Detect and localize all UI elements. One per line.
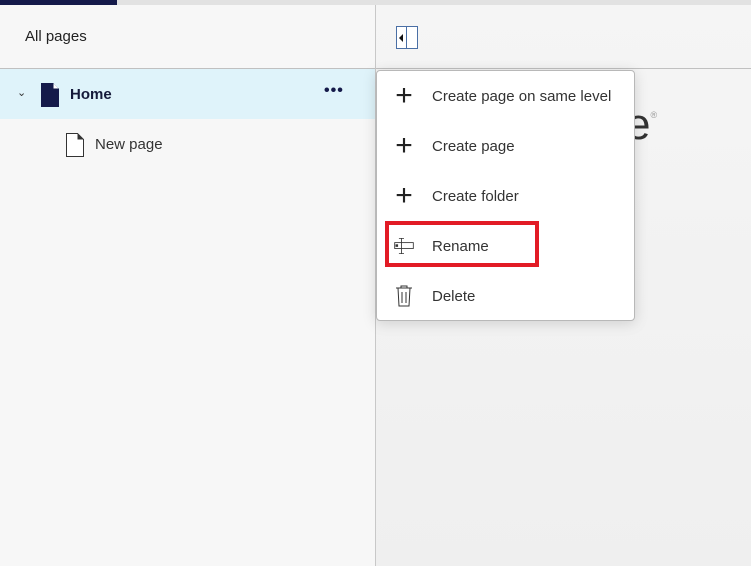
page-filled-icon — [41, 83, 59, 107]
context-menu: + Create page on same level + Create page … — [376, 70, 635, 321]
menu-item-create-folder[interactable]: + Create folder — [377, 171, 634, 221]
menu-item-label: Delete — [432, 287, 476, 305]
registered-mark: ® — [650, 110, 658, 120]
menu-item-delete[interactable]: Delete — [377, 271, 634, 321]
plus-icon: + — [395, 179, 413, 212]
plus-icon: + — [395, 79, 413, 112]
tree-item-new-page[interactable]: New page — [0, 119, 375, 169]
chevron-down-icon[interactable]: ⌄ — [17, 86, 26, 99]
tree-item-label: New page — [95, 135, 163, 153]
more-options-button[interactable]: ••• — [324, 82, 344, 100]
menu-item-label: Create page — [432, 137, 515, 155]
page-outline-icon — [66, 133, 84, 157]
plus-icon: + — [395, 129, 413, 162]
sidebar: All pages ⌄ Home ••• New page — [0, 5, 376, 566]
menu-item-create-page-same-level[interactable]: + Create page on same level — [377, 71, 634, 121]
menu-item-label: Create page on same level — [432, 87, 612, 105]
rename-icon — [393, 235, 415, 257]
sidebar-title: All pages — [0, 5, 375, 69]
panel-collapse-icon — [399, 34, 403, 42]
tree-item-home[interactable]: ⌄ Home ••• — [0, 69, 375, 119]
main-header — [376, 5, 751, 69]
menu-item-label: Rename — [432, 237, 489, 255]
toggle-sidebar-button[interactable] — [396, 26, 418, 49]
menu-item-label: Create folder — [432, 187, 519, 205]
tree-item-label: Home — [70, 85, 112, 103]
menu-item-create-page[interactable]: + Create page — [377, 121, 634, 171]
menu-item-rename[interactable]: Rename — [377, 221, 634, 271]
trash-icon — [393, 285, 415, 307]
